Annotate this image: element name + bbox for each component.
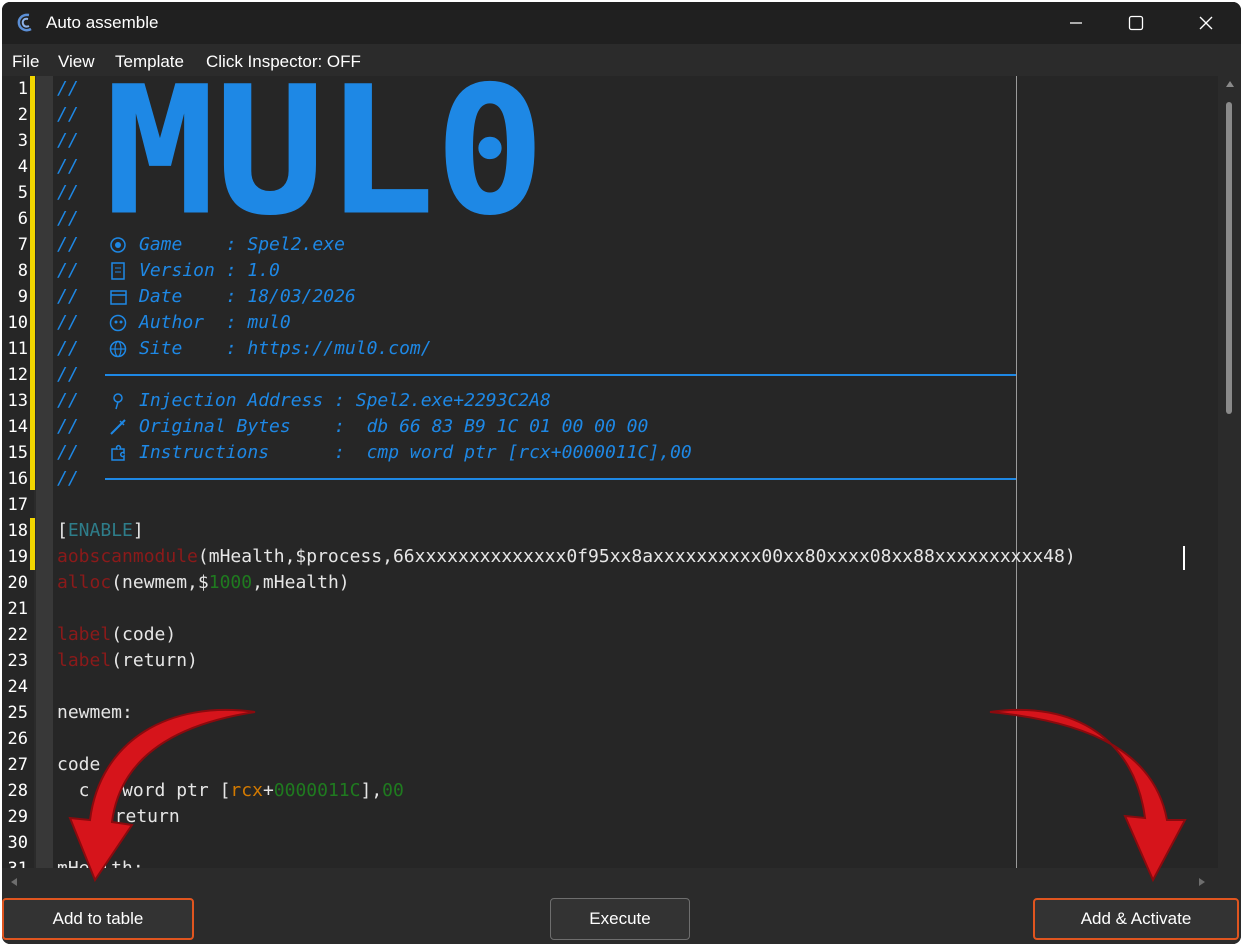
line-number: 21 [7,599,28,619]
comment-marker: // [57,130,79,151]
title-bar: Auto assemble [2,2,1241,44]
comment-marker: // [57,104,79,125]
scrollbar-corner [1218,868,1241,894]
ascii-banner: MUL0 [105,76,546,226]
version-info: Version : 1.0 [139,260,280,281]
separator-line [105,478,1016,480]
red-arrow-left-icon [68,708,256,883]
syringe-icon [110,419,126,435]
line-number: 11 [7,339,28,359]
label-return-line: label(return) [57,650,198,671]
comment-marker: // [57,78,79,99]
alloc-line: alloc(newmem,$1000,mHealth) [57,572,350,593]
line-number: 17 [7,495,28,515]
line-number: 4 [17,157,28,177]
aobscanmodule-keyword: aobscanmodule [57,546,198,567]
maximize-button[interactable] [1101,2,1171,44]
bytes-info: Original Bytes : db 66 83 B9 1C 01 00 00… [139,416,649,437]
document-icon [111,262,125,280]
line-number: 13 [7,391,28,411]
comment-marker: // [57,468,79,489]
comment-marker: // [57,390,79,411]
text-caret [1183,546,1185,570]
comment-marker: // [57,234,79,255]
menu-file[interactable]: File [12,52,39,72]
label-keyword: label [57,650,112,671]
modified-lines-marker [30,518,35,570]
enable-keyword: ENABLE [67,520,133,541]
enable-section: [ENABLE] [57,520,144,541]
comment-marker: // [57,286,79,307]
target-icon [110,237,126,253]
cheat-engine-icon [17,13,32,32]
date-info: Date : 18/03/2026 [139,286,356,307]
comment-marker: // [57,364,79,385]
vertical-scrollbar[interactable] [1218,76,1241,868]
menu-template[interactable]: Template [115,52,184,72]
line-number: 7 [17,235,28,255]
comment-marker: // [57,312,79,333]
globe-icon [109,340,127,358]
injection-info: Injection Address : Spel2.exe+2293C2A8 [139,390,551,411]
modified-lines-marker [30,76,35,490]
line-number: 6 [17,209,28,229]
scroll-left-icon[interactable] [10,877,18,887]
puzzle-icon [111,444,125,461]
line-number: 16 [7,469,28,489]
minimize-icon [1070,22,1082,24]
line-number: 22 [7,625,28,645]
vertical-scroll-thumb[interactable] [1226,102,1232,414]
red-arrow-right-icon [989,708,1187,883]
line-number: 23 [7,651,28,671]
line-number: 12 [7,365,28,385]
execute-button[interactable]: Execute [550,898,690,940]
menu-bar: File View Template Click Inspector: OFF [2,44,1241,76]
comment-marker: // [57,260,79,281]
line-number: 18 [7,521,28,541]
menu-view[interactable]: View [58,52,95,72]
calendar-icon [110,290,127,305]
pin-icon [113,393,123,410]
author-icon [109,314,127,332]
comment-marker: // [57,208,79,229]
close-icon [1199,16,1213,30]
comment-marker: // [57,416,79,437]
maximize-icon [1128,15,1144,31]
comment-marker: // [57,338,79,359]
window-title: Auto assemble [46,13,159,32]
line-number: 14 [7,417,28,437]
instructions-info: Instructions : cmp word ptr [rcx+0000011… [139,442,692,463]
line-number: 8 [17,261,28,281]
line-number: 24 [7,677,28,697]
author-info: Author : mul0 [139,312,291,333]
line-number: 2 [17,105,28,125]
comment-marker: // [57,442,79,463]
line-number: 19 [7,547,28,567]
button-bar: Add to table Execute Add & Activate [2,894,1241,944]
line-number: 10 [7,313,28,333]
add-activate-button[interactable]: Add & Activate [1033,898,1239,940]
game-info: Game : Spel2.exe [139,234,345,255]
label-code-line: label(code) [57,624,177,645]
line-number: 20 [7,573,28,593]
aobscan-line: aobscanmodule(mHealth,$process,66xxxxxxx… [57,546,1076,567]
separator-line [105,374,1016,376]
comment-marker: // [57,156,79,177]
menu-click-inspector[interactable]: Click Inspector: OFF [206,52,361,72]
site-info: Site : https://mul0.com/ [139,338,432,359]
line-number: 5 [17,183,28,203]
scroll-up-icon[interactable] [1225,80,1235,88]
line-number: 1 [17,79,28,99]
label-keyword: label [57,624,112,645]
add-to-table-button[interactable]: Add to table [2,898,194,940]
banner-text: MUL0 [105,76,545,226]
line-number: 3 [17,131,28,151]
comment-marker: // [57,182,79,203]
alloc-keyword: alloc [57,572,112,593]
line-number: 15 [7,443,28,463]
line-number: 9 [17,287,28,307]
close-button[interactable] [1171,2,1241,44]
